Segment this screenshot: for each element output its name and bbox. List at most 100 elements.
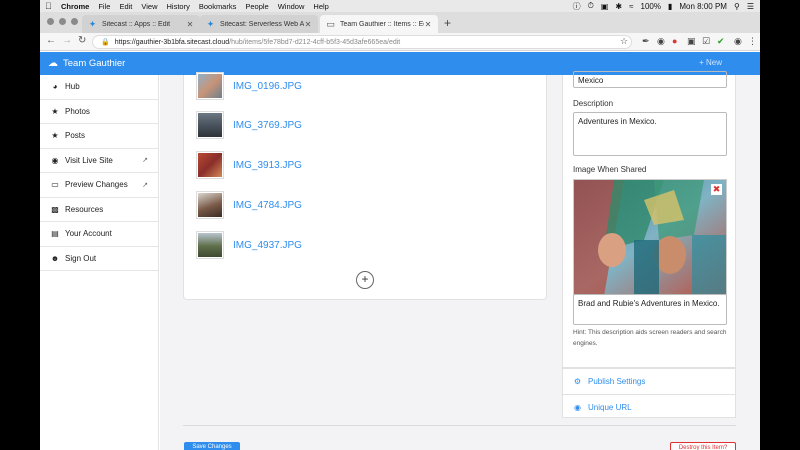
close-window-button[interactable]: [47, 18, 54, 25]
close-icon[interactable]: ✕: [186, 20, 194, 29]
image-thumbnail[interactable]: [196, 151, 224, 179]
destroy-item-button[interactable]: Destroy this Item?: [670, 442, 736, 450]
url-host: https://gauthier-3b1bfa.sitecast.cloud: [114, 38, 230, 46]
info-icon[interactable]: ⓘ: [573, 1, 581, 12]
menubar-status: ⓘ ⏱ ▣ ✱ ≈ 100% ▮ Mon 8:00 PM ⚲ ☰: [573, 1, 760, 12]
bluetooth-icon[interactable]: ✱: [615, 2, 622, 11]
profile-avatar[interactable]: ◉: [734, 36, 742, 47]
clock-label[interactable]: Mon 8:00 PM: [679, 2, 727, 11]
tab-sitecast-serverless[interactable]: ✦ Sitecast: Serverless Web Auto ✕: [200, 15, 318, 33]
bookmark-star-icon[interactable]: ☆: [620, 36, 628, 47]
forward-icon[interactable]: →: [62, 35, 72, 46]
star-icon: ★: [51, 106, 59, 116]
description-textarea[interactable]: Adventures in Mexico.: [573, 112, 727, 156]
list-item[interactable]: IMG_4784.JPG: [196, 189, 302, 221]
minimize-window-button[interactable]: [59, 18, 66, 25]
sidebar-item-resources[interactable]: ▩ Resources: [40, 198, 158, 222]
image-link[interactable]: IMG_0196.JPG: [233, 81, 302, 92]
image-thumbnail[interactable]: [196, 111, 224, 139]
apple-icon[interactable]: : [45, 1, 55, 11]
sidebar-item-posts[interactable]: ★ Posts: [40, 124, 158, 149]
new-tab-button[interactable]: +: [444, 16, 451, 30]
globe-icon: ◉: [574, 402, 581, 412]
list-item[interactable]: IMG_0196.JPG: [196, 70, 302, 102]
menu-help[interactable]: Help: [313, 2, 328, 11]
adblock-extension-icon[interactable]: ●: [672, 36, 677, 46]
window-controls: [47, 18, 78, 25]
monitor-icon: ▭: [51, 180, 59, 190]
menu-window[interactable]: Window: [278, 2, 305, 11]
sidebar-item-hub[interactable]: ◕ Hub: [40, 75, 158, 100]
unique-url-link[interactable]: ◉ Unique URL: [573, 395, 632, 419]
tab-team-gauthier[interactable]: ▭ Team Gauthier :: Items :: Edit ✕: [320, 15, 438, 33]
browser-menu-icon[interactable]: ⋮: [748, 36, 757, 47]
back-icon[interactable]: ←: [46, 35, 56, 46]
image-thumbnail[interactable]: [196, 191, 224, 219]
screenshot-extension-icon[interactable]: ▣: [687, 36, 696, 47]
zoom-window-button[interactable]: [71, 18, 78, 25]
list-item[interactable]: IMG_4937.JPG: [196, 229, 302, 261]
unique-url-label: Unique URL: [588, 402, 632, 412]
reload-icon[interactable]: ↻: [78, 35, 86, 46]
battery-label[interactable]: 100%: [641, 2, 661, 11]
close-icon[interactable]: ✕: [424, 20, 432, 29]
image-link[interactable]: IMG_3913.JPG: [233, 160, 302, 171]
image-thumbnail[interactable]: [196, 72, 224, 100]
search-icon[interactable]: ⚲: [734, 2, 740, 11]
new-button[interactable]: + New: [699, 58, 722, 67]
publish-settings-link[interactable]: ⚙ Publish Settings: [573, 369, 645, 393]
footer-divider: [183, 425, 736, 426]
sidebar-item-label: Preview Changes: [65, 180, 128, 190]
timer-icon[interactable]: ⏱: [588, 1, 594, 11]
sidebar-item-label: Sign Out: [65, 253, 97, 263]
user-minus-icon: ☻: [50, 253, 60, 263]
sidebar-item-photos[interactable]: ★ Photos: [40, 100, 158, 124]
alt-text-hint: Hint: This description aids screen reade…: [573, 329, 727, 347]
tab-sitecast-apps[interactable]: ✦ Sitecast :: Apps :: Edit ✕: [82, 15, 200, 33]
menu-edit[interactable]: Edit: [119, 2, 132, 11]
tab-title: Sitecast :: Apps :: Edit: [102, 20, 171, 28]
remove-image-button[interactable]: ✖: [711, 184, 722, 195]
sitemap-icon: ▩: [51, 204, 59, 214]
menu-history[interactable]: History: [167, 2, 190, 11]
image-link[interactable]: IMG_4937.JPG: [233, 240, 302, 251]
app-icon[interactable]: ▣: [601, 2, 609, 11]
menu-bookmarks[interactable]: Bookmarks: [199, 2, 237, 11]
shield-extension-icon[interactable]: ◉: [657, 36, 665, 47]
save-changes-button[interactable]: Save Changes: [184, 442, 240, 450]
star-icon: ★: [51, 131, 59, 141]
mac-menubar:  Chrome File Edit View History Bookmark…: [40, 0, 760, 12]
url-field[interactable]: 🔒 https://gauthier-3b1bfa.sitecast.cloud…: [92, 35, 632, 49]
menu-people[interactable]: People: [245, 2, 268, 11]
menu-file[interactable]: File: [98, 2, 110, 11]
tab-title: Team Gauthier :: Items :: Edit: [340, 20, 424, 28]
list-item[interactable]: IMG_3769.JPG: [196, 109, 302, 141]
publish-settings-label: Publish Settings: [588, 376, 646, 386]
sidebar-item-visit-live-site[interactable]: ◉ Visit Live Site ↗: [40, 149, 158, 173]
id-card-icon: ▤: [51, 229, 59, 239]
wifi-icon[interactable]: ≈: [629, 2, 633, 11]
add-image-button[interactable]: +: [356, 271, 374, 289]
close-icon[interactable]: ✕: [304, 20, 312, 29]
sidebar-item-sign-out[interactable]: ☻ Sign Out: [40, 247, 158, 271]
list-item[interactable]: IMG_3913.JPG: [196, 149, 302, 181]
sidebar-item-label: Posts: [65, 131, 86, 141]
menu-view[interactable]: View: [141, 2, 157, 11]
check-extension-icon[interactable]: ✔: [717, 36, 725, 47]
note-extension-icon[interactable]: ☑: [702, 36, 710, 47]
menu-chrome[interactable]: Chrome: [61, 2, 89, 11]
tab-strip: ✦ Sitecast :: Apps :: Edit ✕ ✦ Sitecast:…: [40, 12, 760, 33]
sidebar-item-your-account[interactable]: ▤ Your Account: [40, 222, 158, 247]
brand-title[interactable]: Team Gauthier: [63, 58, 125, 69]
image-thumbnail[interactable]: [196, 231, 224, 259]
battery-icon[interactable]: ▮: [668, 2, 672, 11]
share-image-label: Image When Shared: [573, 165, 647, 174]
alt-text-textarea[interactable]: Brad and Rubie's Adventures in Mexico.: [573, 294, 727, 325]
image-link[interactable]: IMG_4784.JPG: [233, 200, 302, 211]
gears-icon: ⚙: [573, 376, 582, 386]
menu-list-icon[interactable]: ☰: [747, 2, 754, 11]
title-input[interactable]: Mexico: [573, 71, 727, 88]
sidebar-item-preview-changes[interactable]: ▭ Preview Changes ↗: [40, 173, 158, 198]
image-link[interactable]: IMG_3769.JPG: [233, 120, 302, 131]
pen-extension-icon[interactable]: ✒: [642, 36, 650, 47]
